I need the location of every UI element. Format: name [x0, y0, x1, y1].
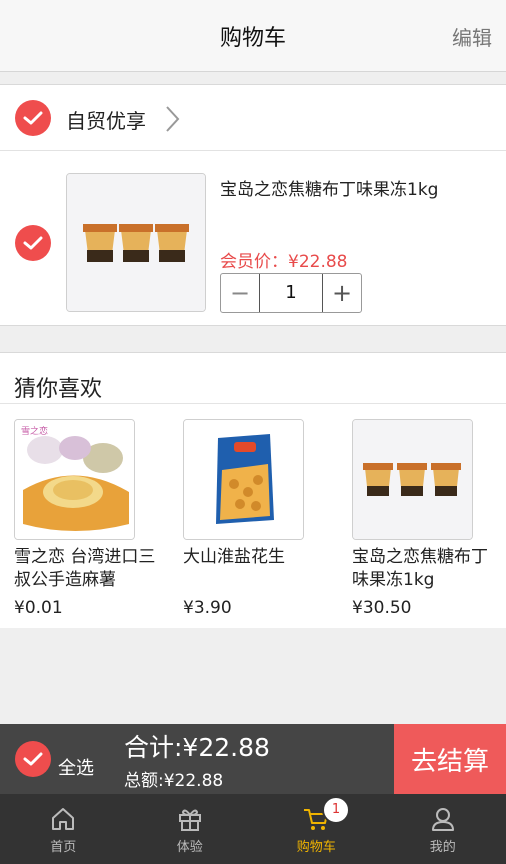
svg-text:雪之恋: 雪之恋 — [21, 425, 48, 437]
check-icon — [23, 752, 43, 766]
recommend-item-price: ¥30.50 — [352, 598, 412, 618]
recommend-item-image[interactable] — [183, 419, 304, 540]
edit-button[interactable]: 编辑 — [452, 22, 492, 51]
decrease-button[interactable]: − — [221, 274, 259, 312]
product-price: 会员价：¥22.88 — [220, 252, 348, 272]
page-title: 购物车 — [219, 26, 286, 51]
tab-cart-label: 购物车 — [296, 840, 336, 855]
recommend-section: 猜你喜欢 雪之恋 雪之恋 台湾进口三叔公手造麻薯 ¥0.01 大山淮盐花生 ¥3… — [0, 352, 506, 628]
recommend-item-image[interactable]: 雪之恋 — [14, 419, 135, 540]
recommend-item-price: ¥3.90 — [183, 598, 232, 618]
user-icon — [431, 808, 454, 831]
tab-cart[interactable]: 购物车 — [253, 794, 380, 864]
checkout-bar: 全选 合计:¥22.88 总额:¥22.88 去结算 — [0, 724, 506, 794]
recommend-item-name: 雪之恋 台湾进口三叔公手造麻薯 — [14, 547, 156, 590]
store-checkbox[interactable] — [15, 100, 51, 136]
pudding-image — [353, 420, 472, 539]
recommend-item-image[interactable] — [352, 419, 473, 540]
recommend-item[interactable]: 大山淮盐花生 ¥3.90 — [183, 419, 333, 618]
store-row[interactable]: 自贸优享 — [0, 85, 506, 151]
recommend-item[interactable]: 雪之恋 雪之恋 台湾进口三叔公手造麻薯 ¥0.01 — [14, 419, 164, 618]
chevron-right-icon[interactable] — [164, 105, 180, 133]
quantity-value[interactable]: 1 — [259, 274, 323, 312]
recommend-item-name: 宝岛之恋焦糖布丁味果冻1kg — [352, 547, 488, 590]
increase-button[interactable]: + — [323, 274, 361, 312]
check-icon — [23, 111, 43, 125]
product-name[interactable]: 宝岛之恋焦糖布丁味果冻1kg — [220, 175, 438, 200]
sum-amount: 总额:¥22.88 — [124, 771, 224, 791]
cart-section: 自贸优享 宝岛之恋焦糖布丁味果冻1kg 会员价：¥22.88 − 1 + — [0, 84, 506, 326]
recommend-title: 猜你喜欢 — [14, 377, 103, 402]
header-bar: 购物车 编辑 — [0, 0, 506, 72]
peanut-bag-image — [184, 420, 303, 539]
recommend-item[interactable]: 宝岛之恋焦糖布丁味果冻1kg ¥30.50 — [352, 419, 502, 618]
store-name: 自贸优享 — [66, 109, 146, 133]
mochi-image: 雪之恋 — [15, 420, 134, 539]
tab-mine-label: 我的 — [429, 840, 456, 855]
divider — [0, 403, 506, 404]
tab-experience[interactable]: 体验 — [127, 794, 254, 864]
checkout-button[interactable]: 去结算 — [394, 724, 506, 794]
total-amount: 合计:¥22.88 — [124, 733, 270, 762]
quantity-stepper: − 1 + — [220, 273, 362, 313]
tab-experience-label: 体验 — [176, 840, 203, 855]
tab-home-label: 首页 — [50, 840, 77, 855]
select-all-checkbox[interactable] — [15, 741, 51, 777]
item-checkbox[interactable] — [15, 225, 51, 261]
check-icon — [23, 236, 43, 250]
cart-badge: 1 — [322, 796, 350, 824]
recommend-item-name: 大山淮盐花生 — [183, 547, 285, 567]
pudding-image — [67, 174, 205, 311]
tab-mine[interactable]: 我的 — [380, 794, 506, 864]
select-all-label[interactable]: 全选 — [58, 754, 94, 780]
tab-bar: 首页 体验 购物车 我的 1 — [0, 794, 506, 864]
tab-home[interactable]: 首页 — [0, 794, 127, 864]
recommend-item-price: ¥0.01 — [14, 598, 63, 618]
home-icon — [52, 808, 75, 830]
gift-icon — [178, 809, 201, 831]
product-image[interactable] — [66, 173, 206, 312]
